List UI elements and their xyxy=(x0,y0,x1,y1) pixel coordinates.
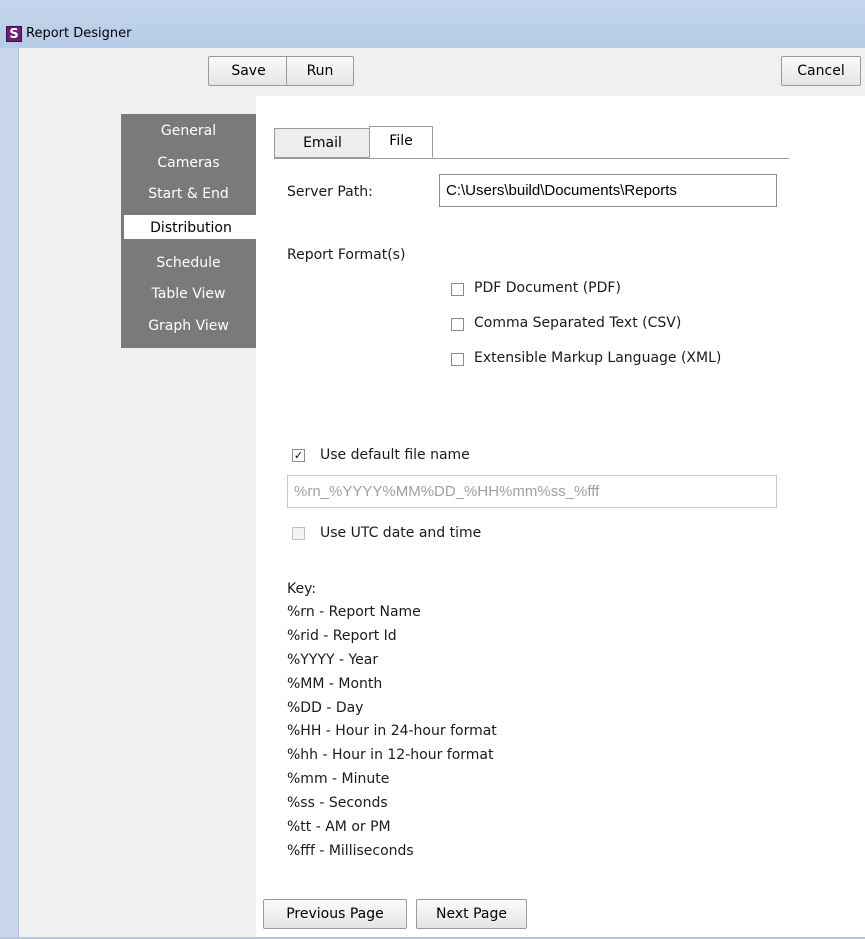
csv-checkbox-label: Comma Separated Text (CSV) xyxy=(474,315,682,331)
key-title: Key: xyxy=(287,581,317,597)
utc-checkbox-label: Use UTC date and time xyxy=(320,525,482,541)
toolbar: Save Run Cancel xyxy=(19,48,865,92)
title-bar: S Report Designer xyxy=(0,0,865,48)
key-line: %tt - AM or PM xyxy=(287,819,391,835)
settings-nav: General Cameras Start & End Distribution… xyxy=(121,114,258,348)
csv-checkbox[interactable] xyxy=(451,318,464,331)
cancel-button[interactable]: Cancel xyxy=(781,56,861,86)
window-title: Report Designer xyxy=(26,26,132,41)
nav-item-graph-view[interactable]: Graph View xyxy=(121,313,256,339)
content-panel xyxy=(256,96,865,939)
key-line: %YYYY - Year xyxy=(287,652,379,668)
server-path-label: Server Path: xyxy=(287,184,373,200)
window-frame-left xyxy=(0,48,19,939)
next-page-button[interactable]: Next Page xyxy=(416,899,527,929)
key-line: %MM - Month xyxy=(287,676,383,692)
default-file-name-checkbox[interactable]: ✓ xyxy=(292,449,305,462)
default-file-name-label: Use default file name xyxy=(320,447,470,463)
file-name-pattern-input[interactable]: %rn_%YYYY%MM%DD_%HH%mm%ss_%fff xyxy=(287,475,777,508)
run-button[interactable]: Run xyxy=(286,56,354,86)
nav-item-cameras[interactable]: Cameras xyxy=(121,150,256,176)
nav-item-distribution[interactable]: Distribution xyxy=(123,214,258,240)
key-line: %fff - Milliseconds xyxy=(287,843,414,859)
nav-item-general[interactable]: General xyxy=(121,118,256,144)
xml-checkbox[interactable] xyxy=(451,353,464,366)
key-line: %mm - Minute xyxy=(287,771,390,787)
tab-strip-divider xyxy=(274,158,789,159)
app-logo-icon: S xyxy=(6,26,22,42)
pdf-checkbox-label: PDF Document (PDF) xyxy=(474,280,621,296)
key-line: %rn - Report Name xyxy=(287,604,421,620)
xml-checkbox-label: Extensible Markup Language (XML) xyxy=(474,350,722,366)
key-line: %HH - Hour in 24-hour format xyxy=(287,723,497,739)
save-button[interactable]: Save xyxy=(208,56,289,86)
check-mark-icon: ✓ xyxy=(293,449,304,462)
nav-item-schedule[interactable]: Schedule xyxy=(121,250,256,276)
key-line: %hh - Hour in 12-hour format xyxy=(287,747,494,763)
utc-checkbox[interactable] xyxy=(292,527,305,540)
server-path-input[interactable]: C:\Users\build\Documents\Reports xyxy=(439,174,777,207)
nav-item-start-end[interactable]: Start & End xyxy=(121,181,256,207)
tab-email[interactable]: Email xyxy=(274,128,371,158)
pdf-checkbox[interactable] xyxy=(451,283,464,296)
tab-file[interactable]: File xyxy=(369,126,433,158)
previous-page-button[interactable]: Previous Page xyxy=(263,899,407,929)
key-line: %rid - Report Id xyxy=(287,628,397,644)
report-format-label: Report Format(s) xyxy=(287,247,406,263)
key-line: %ss - Seconds xyxy=(287,795,388,811)
key-line: %DD - Day xyxy=(287,700,364,716)
nav-item-table-view[interactable]: Table View xyxy=(121,281,256,307)
